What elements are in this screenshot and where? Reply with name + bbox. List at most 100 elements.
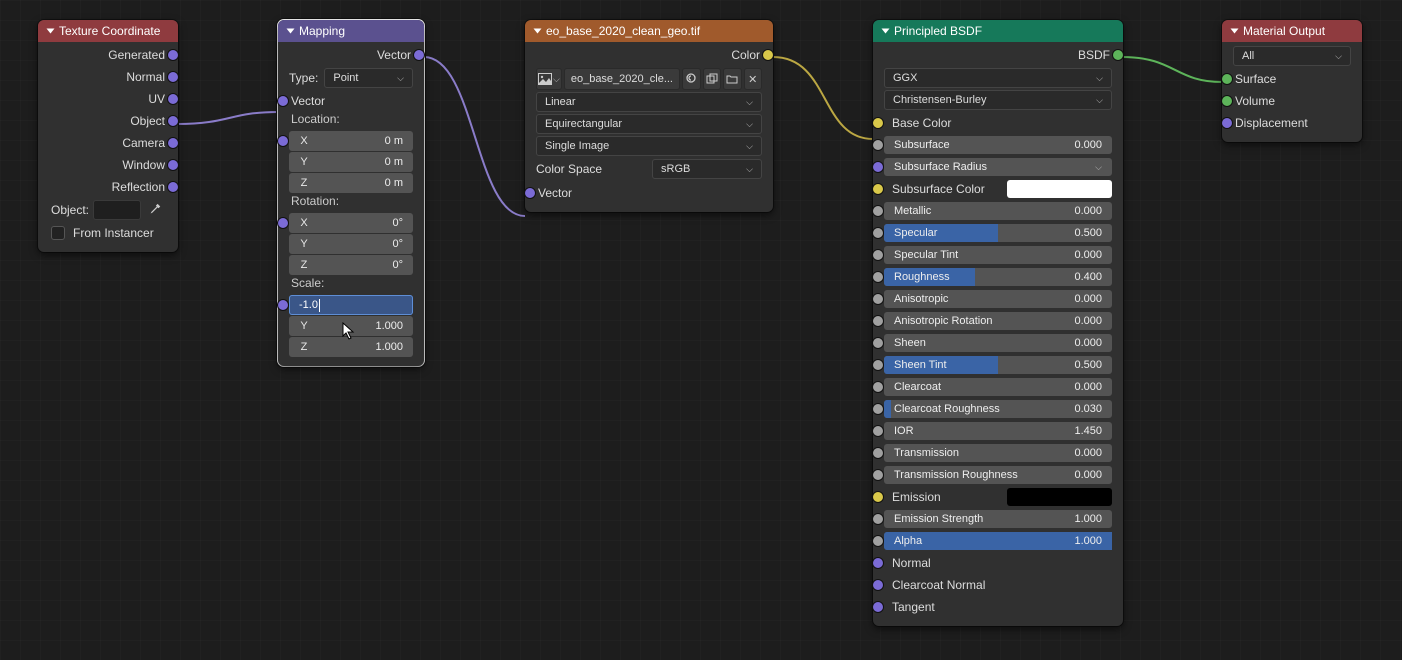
image-name-field[interactable]: eo_base_2020_cle... xyxy=(564,68,680,90)
socket-out-color[interactable] xyxy=(763,50,773,60)
socket-in-scale[interactable] xyxy=(278,300,288,310)
socket-in[interactable] xyxy=(873,338,883,348)
param-subsurface[interactable]: Subsurface0.000 xyxy=(878,134,1118,156)
node-principled-bsdf[interactable]: Principled BSDF BSDF GGX⌵ Christensen-Bu… xyxy=(873,20,1123,626)
node-header[interactable]: Principled BSDF xyxy=(873,20,1123,42)
projection-select[interactable]: Equirectangular⌵ xyxy=(536,114,762,134)
node-header[interactable]: Texture Coordinate xyxy=(38,20,178,42)
param-transmission[interactable]: Transmission0.000 xyxy=(878,442,1118,464)
socket-in[interactable] xyxy=(873,360,883,370)
socket-out-bsdf[interactable] xyxy=(1113,50,1123,60)
param-transmission roughness[interactable]: Transmission Roughness0.000 xyxy=(878,464,1118,486)
socket-out-camera[interactable] xyxy=(168,138,178,148)
unlink-image-button[interactable]: ✕ xyxy=(744,68,763,90)
param-specular tint[interactable]: Specular Tint0.000 xyxy=(878,244,1118,266)
eyedropper-icon[interactable] xyxy=(145,200,165,220)
param-sheen[interactable]: Sheen0.000 xyxy=(878,332,1118,354)
socket-out-window[interactable] xyxy=(168,160,178,170)
socket-in[interactable] xyxy=(873,206,883,216)
socket-out-generated[interactable] xyxy=(168,50,178,60)
frame-mode-select[interactable]: Single Image⌵ xyxy=(536,136,762,156)
subsurface-method-select[interactable]: Christensen-Burley⌵ xyxy=(884,90,1112,110)
socket-in-rotation[interactable] xyxy=(278,218,288,228)
param-clearcoat roughness[interactable]: Clearcoat Roughness0.030 xyxy=(878,398,1118,420)
new-image-button[interactable] xyxy=(703,68,722,90)
interpolation-select[interactable]: Linear⌵ xyxy=(536,92,762,112)
scale-y[interactable]: Y1.000 xyxy=(289,316,413,336)
param-ior[interactable]: IOR1.450 xyxy=(878,420,1118,442)
socket-out-vector[interactable] xyxy=(414,50,424,60)
rotation-z[interactable]: Z0° xyxy=(289,255,413,275)
target-select[interactable]: All⌵ xyxy=(1233,46,1351,66)
scale-x-editing[interactable]: -1.0 xyxy=(289,295,413,315)
socket-out-object[interactable] xyxy=(168,116,178,126)
location-y[interactable]: Y0 m xyxy=(289,152,413,172)
node-header[interactable]: Material Output xyxy=(1222,20,1362,42)
socket-in-location[interactable] xyxy=(278,136,288,146)
socket-in[interactable] xyxy=(873,602,883,612)
socket-in[interactable] xyxy=(873,426,883,436)
object-field[interactable] xyxy=(93,200,141,220)
socket-in[interactable] xyxy=(873,514,883,524)
socket-in-volume[interactable] xyxy=(1222,96,1232,106)
socket-in[interactable] xyxy=(873,448,883,458)
socket-in-vector[interactable] xyxy=(525,188,535,198)
node-texture-coordinate[interactable]: Texture Coordinate GeneratedNormalUVObje… xyxy=(38,20,178,252)
color-space-select[interactable]: sRGB⌵ xyxy=(652,159,762,179)
image-browse-button[interactable]: ⌵ xyxy=(536,68,562,90)
socket-in[interactable] xyxy=(873,294,883,304)
socket-in-displacement[interactable] xyxy=(1222,118,1232,128)
scale-z[interactable]: Z1.000 xyxy=(289,337,413,357)
fake-user-button[interactable] xyxy=(682,68,701,90)
param-sheen tint[interactable]: Sheen Tint0.500 xyxy=(878,354,1118,376)
param-specular[interactable]: Specular0.500 xyxy=(878,222,1118,244)
param-subsurface radius[interactable]: Subsurface Radius⌵ xyxy=(878,156,1118,178)
rotation-y[interactable]: Y0° xyxy=(289,234,413,254)
distribution-select[interactable]: GGX⌵ xyxy=(884,68,1112,88)
param-alpha[interactable]: Alpha1.000 xyxy=(878,530,1118,552)
socket-in-base-color[interactable] xyxy=(873,118,883,128)
socket-in[interactable] xyxy=(873,536,883,546)
socket-out-normal[interactable] xyxy=(168,72,178,82)
location-z[interactable]: Z0 m xyxy=(289,173,413,193)
socket-in[interactable] xyxy=(873,316,883,326)
socket-in-surface[interactable] xyxy=(1222,74,1232,84)
socket-in[interactable] xyxy=(873,184,883,194)
param-metallic[interactable]: Metallic0.000 xyxy=(878,200,1118,222)
socket-in[interactable] xyxy=(873,558,883,568)
socket-in[interactable] xyxy=(873,382,883,392)
socket-in[interactable] xyxy=(873,404,883,414)
param-roughness[interactable]: Roughness0.400 xyxy=(878,266,1118,288)
node-mapping[interactable]: Mapping Vector Type: Point⌵ Vector Locat… xyxy=(278,20,424,366)
collapse-icon[interactable] xyxy=(534,29,542,34)
node-header[interactable]: eo_base_2020_clean_geo.tif xyxy=(525,20,773,42)
node-header[interactable]: Mapping xyxy=(278,20,424,42)
socket-out-reflection[interactable] xyxy=(168,182,178,192)
socket-out-uv[interactable] xyxy=(168,94,178,104)
location-x[interactable]: X0 m xyxy=(289,131,413,151)
collapse-icon[interactable] xyxy=(882,29,890,34)
collapse-icon[interactable] xyxy=(47,29,55,34)
socket-in[interactable] xyxy=(873,162,883,172)
socket-in[interactable] xyxy=(873,228,883,238)
param-clearcoat[interactable]: Clearcoat0.000 xyxy=(878,376,1118,398)
socket-in[interactable] xyxy=(873,272,883,282)
color-swatch[interactable] xyxy=(1007,488,1112,506)
color-swatch[interactable] xyxy=(1007,180,1112,198)
type-select[interactable]: Point⌵ xyxy=(324,68,413,88)
collapse-icon[interactable] xyxy=(287,29,295,34)
socket-in[interactable] xyxy=(873,580,883,590)
node-image-texture[interactable]: eo_base_2020_clean_geo.tif Color ⌵ eo_ba… xyxy=(525,20,773,212)
socket-in[interactable] xyxy=(873,250,883,260)
collapse-icon[interactable] xyxy=(1231,29,1239,34)
open-image-button[interactable] xyxy=(723,68,742,90)
param-anisotropic[interactable]: Anisotropic0.000 xyxy=(878,288,1118,310)
param-emission strength[interactable]: Emission Strength1.000 xyxy=(878,508,1118,530)
socket-in[interactable] xyxy=(873,492,883,502)
node-material-output[interactable]: Material Output All⌵ SurfaceVolumeDispla… xyxy=(1222,20,1362,142)
rotation-x[interactable]: X0° xyxy=(289,213,413,233)
socket-in[interactable] xyxy=(873,470,883,480)
param-anisotropic rotation[interactable]: Anisotropic Rotation0.000 xyxy=(878,310,1118,332)
socket-in[interactable] xyxy=(873,140,883,150)
from-instancer-checkbox[interactable]: From Instancer xyxy=(43,222,173,244)
